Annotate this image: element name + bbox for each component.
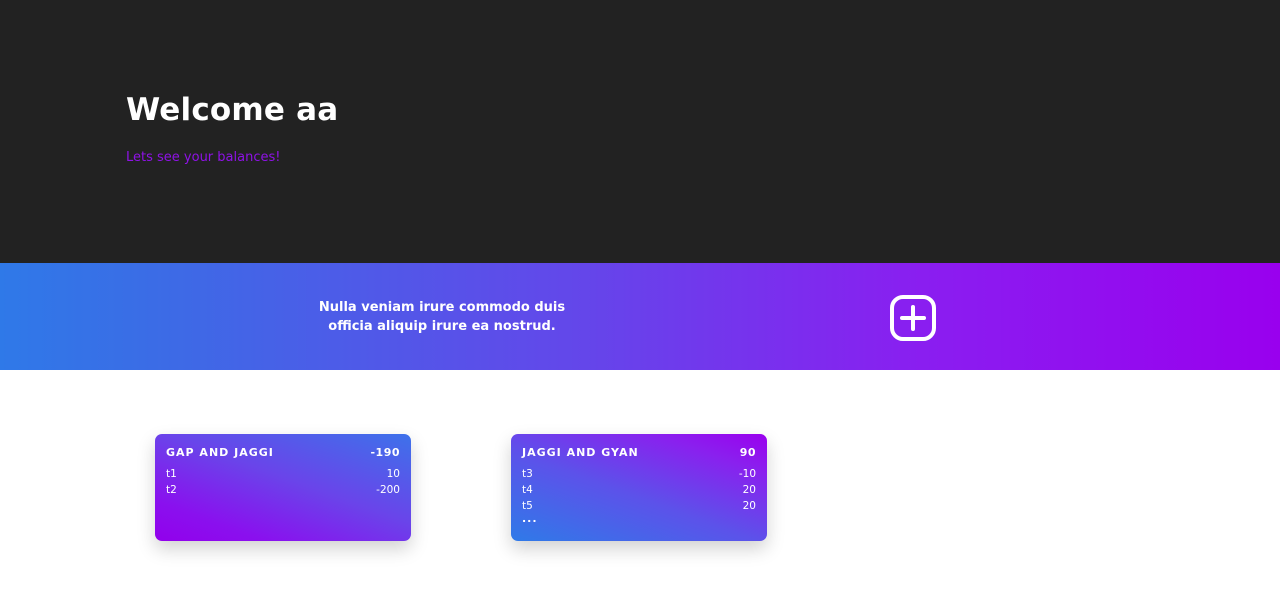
transaction-amount: 20 [742, 484, 756, 496]
group-card[interactable]: JAGGI AND GYAN 90 t3 -10 t4 20 t5 20 ... [511, 434, 767, 541]
transaction-row: t5 20 [522, 498, 756, 514]
welcome-header: Welcome aa Lets see your balances! [0, 0, 1280, 263]
transaction-row: t2 -200 [166, 482, 400, 498]
plus-square-icon [890, 295, 936, 341]
transaction-row: t4 20 [522, 482, 756, 498]
transaction-amount: -200 [376, 484, 400, 496]
transaction-amount: 10 [386, 468, 400, 480]
group-name: JAGGI AND GYAN [522, 446, 639, 459]
transaction-amount: 20 [742, 500, 756, 512]
banner-text: Nulla veniam irure commodo duis officia … [318, 300, 566, 334]
more-indicator: ... [522, 512, 538, 525]
page-subtitle: Lets see your balances! [126, 150, 281, 165]
transaction-row: t1 10 [166, 466, 400, 482]
page-title: Welcome aa [126, 92, 339, 128]
group-name: GAP AND JAGGI [166, 446, 274, 459]
group-total: -190 [370, 446, 400, 459]
group-card[interactable]: GAP AND JAGGI -190 t1 10 t2 -200 [155, 434, 411, 541]
add-group-button[interactable] [889, 294, 937, 342]
transaction-label: t4 [522, 484, 533, 496]
transaction-amount: -10 [738, 468, 756, 480]
transaction-label: t2 [166, 484, 177, 496]
action-banner: Nulla veniam irure commodo duis officia … [0, 263, 1280, 370]
group-total: 90 [739, 446, 756, 459]
transaction-label: t3 [522, 468, 533, 480]
transaction-label: t1 [166, 468, 177, 480]
transaction-row: t3 -10 [522, 466, 756, 482]
